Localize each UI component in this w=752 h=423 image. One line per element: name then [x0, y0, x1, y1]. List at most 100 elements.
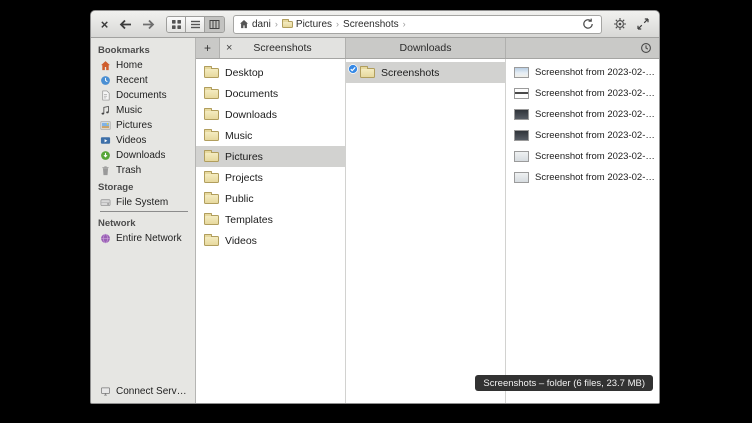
place-row-projects[interactable]: Projects: [196, 167, 345, 188]
status-tooltip: Screenshots – folder (6 files, 23.7 MB): [475, 375, 653, 391]
view-switcher: [166, 16, 225, 33]
file-row[interactable]: Screenshot from 2023-02-15 16…: [506, 104, 659, 125]
sidebar-item-downloads[interactable]: Downloads: [91, 148, 195, 163]
folder-icon: [204, 131, 219, 141]
forward-arrow-icon: [142, 19, 155, 30]
grid-view-button[interactable]: [167, 17, 186, 32]
folder-icon: [360, 68, 375, 78]
tab-close-button[interactable]: ×: [223, 38, 235, 58]
folder-label: Screenshots: [381, 67, 439, 79]
photo-icon: [100, 120, 111, 131]
place-label: Pictures: [225, 151, 263, 163]
place-row-pictures[interactable]: Pictures: [196, 146, 345, 167]
place-row-desktop[interactable]: Desktop: [196, 62, 345, 83]
breadcrumb[interactable]: dani › Pictures › Screenshots ›: [233, 15, 602, 34]
place-label: Music: [225, 130, 252, 142]
back-button[interactable]: [115, 14, 135, 34]
tab-label: Screenshots: [220, 42, 345, 54]
list-view-button[interactable]: [186, 17, 205, 32]
file-thumbnail: [514, 151, 529, 162]
file-row[interactable]: Screenshot from 2023-02-23 20…: [506, 167, 659, 188]
tab-screenshots[interactable]: × Screenshots: [220, 38, 346, 58]
clock-icon: [100, 75, 111, 86]
file-thumbnail: [514, 88, 529, 99]
chevron-right-icon: ›: [403, 19, 406, 29]
server-icon: [100, 386, 111, 397]
folder-icon: [204, 152, 219, 162]
file-row[interactable]: Screenshot from 2023-02-15 17…: [506, 125, 659, 146]
home-icon: [239, 19, 249, 29]
breadcrumb-pictures[interactable]: Pictures: [282, 19, 332, 30]
sidebar-item-label: Documents: [116, 90, 167, 101]
place-row-public[interactable]: Public: [196, 188, 345, 209]
place-label: Downloads: [225, 109, 277, 121]
chevron-right-icon: ›: [336, 19, 339, 29]
forward-button[interactable]: [138, 14, 158, 34]
refresh-button[interactable]: [580, 16, 596, 32]
sidebar-item-home[interactable]: Home: [91, 58, 195, 73]
sidebar-item-label: Trash: [116, 165, 141, 176]
place-row-music[interactable]: Music: [196, 125, 345, 146]
file-thumbnail: [514, 67, 529, 78]
breadcrumb-home-label: dani: [252, 19, 271, 30]
file-name: Screenshot from 2023-02-14 23…: [535, 67, 655, 78]
breadcrumb-pictures-label: Pictures: [296, 19, 332, 30]
breadcrumb-screenshots[interactable]: Screenshots: [343, 19, 399, 30]
sidebar-item-music[interactable]: Music: [91, 103, 195, 118]
place-label: Public: [225, 193, 254, 205]
settings-button[interactable]: [610, 14, 630, 34]
selected-check-icon: [348, 64, 358, 74]
gear-icon: [613, 17, 627, 31]
main-area: + × Screenshots Downloads D: [196, 38, 659, 403]
place-row-templates[interactable]: Templates: [196, 209, 345, 230]
trash-icon: [100, 165, 111, 176]
files-column: Screenshot from 2023-02-14 23… Screensho…: [506, 59, 659, 403]
sidebar-item-documents[interactable]: Documents: [91, 88, 195, 103]
download-icon: [100, 150, 111, 161]
breadcrumb-screenshots-label: Screenshots: [343, 19, 399, 30]
place-label: Projects: [225, 172, 263, 184]
breadcrumb-home[interactable]: dani: [239, 19, 271, 30]
place-label: Templates: [225, 214, 273, 226]
tab-downloads[interactable]: Downloads: [346, 38, 506, 58]
place-row-downloads[interactable]: Downloads: [196, 104, 345, 125]
sidebar-item-pictures[interactable]: Pictures: [91, 118, 195, 133]
sidebar-item-label: Videos: [116, 135, 146, 146]
place-row-documents[interactable]: Documents: [196, 83, 345, 104]
sidebar-header-network: Network: [91, 214, 195, 231]
folder-row-screenshots[interactable]: Screenshots: [346, 62, 505, 83]
grid-icon: [171, 19, 182, 30]
sidebar-item-label: Pictures: [116, 120, 152, 131]
folder-icon: [204, 173, 219, 183]
file-name: Screenshot from 2023-02-23 20…: [535, 151, 655, 162]
sidebar-item-videos[interactable]: Videos: [91, 133, 195, 148]
columns-icon: [209, 19, 220, 30]
sidebar-header-storage: Storage: [91, 178, 195, 195]
fullscreen-button[interactable]: [633, 14, 653, 34]
sidebar-item-entire-network[interactable]: Entire Network: [91, 231, 195, 246]
file-row[interactable]: Screenshot from 2023-02-14 23…: [506, 62, 659, 83]
place-label: Desktop: [225, 67, 264, 79]
file-manager-window: × dani › Pictures: [90, 10, 660, 404]
refresh-icon: [582, 18, 594, 30]
place-label: Documents: [225, 88, 278, 100]
connect-server-label: Connect Server…: [116, 386, 190, 397]
column-view-button[interactable]: [205, 17, 224, 32]
file-name: Screenshot from 2023-02-23 20…: [535, 172, 655, 183]
window-close-button[interactable]: ×: [97, 14, 112, 34]
sidebar-item-filesystem[interactable]: File System: [91, 195, 195, 210]
sidebar-item-trash[interactable]: Trash: [91, 163, 195, 178]
folder-icon: [204, 194, 219, 204]
file-row[interactable]: Screenshot from 2023-02-23 20…: [506, 146, 659, 167]
place-row-videos[interactable]: Videos: [196, 230, 345, 251]
tab-history-button[interactable]: [633, 38, 659, 58]
sidebar-item-recent[interactable]: Recent: [91, 73, 195, 88]
tab-bar: + × Screenshots Downloads: [196, 38, 659, 59]
chevron-right-icon: ›: [275, 19, 278, 29]
new-tab-button[interactable]: +: [196, 38, 220, 58]
network-globe-icon: [100, 233, 111, 244]
sidebar-item-label: Downloads: [116, 150, 165, 161]
tab-label: Downloads: [400, 42, 452, 54]
file-row[interactable]: Screenshot from 2023-02-14 23…: [506, 83, 659, 104]
connect-server-button[interactable]: Connect Server…: [91, 384, 195, 399]
